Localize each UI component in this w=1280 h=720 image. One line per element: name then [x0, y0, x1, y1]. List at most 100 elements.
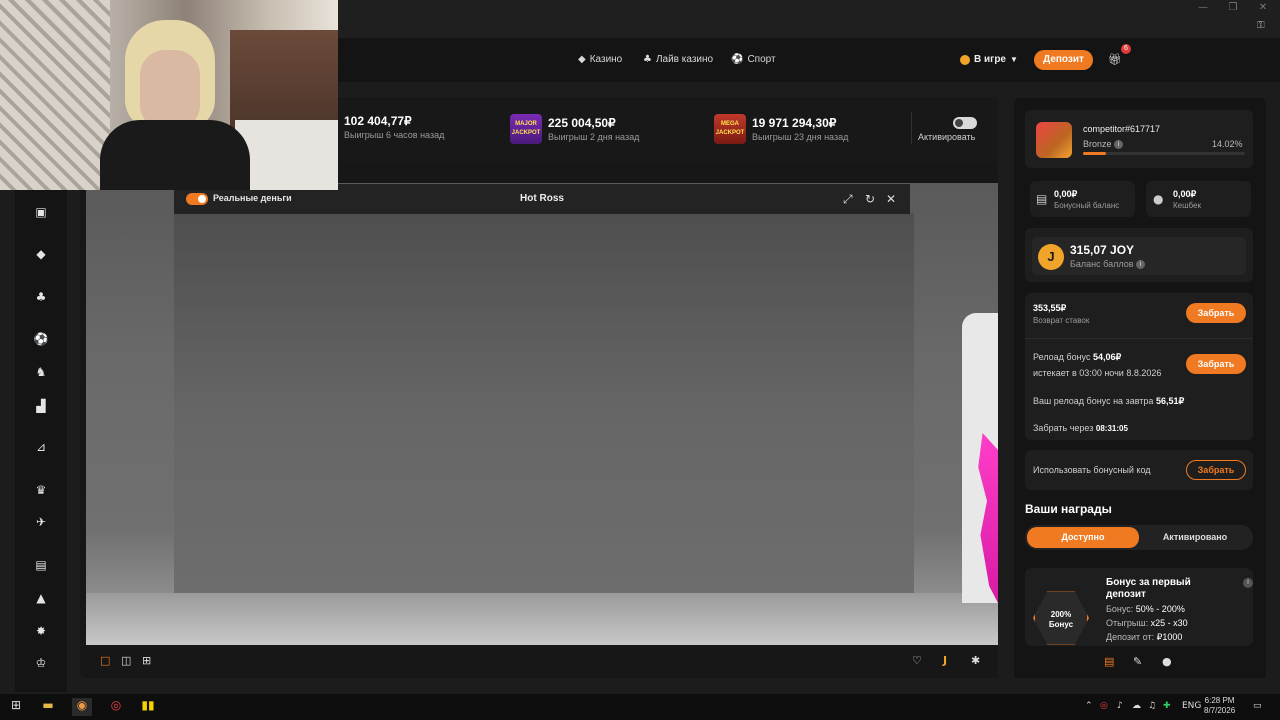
game-title: Hot Ross — [520, 193, 564, 204]
game-toolbar — [86, 645, 998, 678]
language-indicator[interactable]: ENG — [1182, 701, 1201, 711]
close-window-button[interactable]: ✕ — [1248, 0, 1278, 18]
info-icon[interactable]: i — [1114, 140, 1124, 150]
sidebar-badge-icon[interactable]: ✸ — [31, 624, 51, 640]
promo-code-label: Использовать бонусный код — [1033, 465, 1151, 475]
sidebar-sport-icon[interactable]: ⚽ — [31, 332, 51, 348]
claim-reload-button[interactable]: Забрать — [1186, 354, 1246, 374]
minimize-button[interactable]: — — [1188, 0, 1218, 18]
info-icon[interactable]: i — [1243, 578, 1253, 588]
avatar — [1036, 122, 1072, 158]
grid-view-icon[interactable]: ⊞ — [142, 654, 151, 667]
obs-icon[interactable]: ◎ — [106, 698, 126, 716]
webcam-overlay — [0, 0, 338, 190]
bonus-badge-label: Бонус — [1048, 620, 1074, 629]
app-icon[interactable]: ▮▮ — [138, 698, 158, 716]
split-view-icon[interactable]: ◫ — [121, 654, 131, 667]
microphone-icon[interactable]: ♪ — [1117, 701, 1123, 711]
settings-icon[interactable]: ✱ — [971, 654, 980, 667]
sidebar-horse-icon[interactable]: ♞ — [31, 365, 51, 381]
sidebar-plane-icon[interactable]: ✈ — [31, 515, 51, 531]
win-amount: 19 971 294,30₽ — [752, 116, 837, 130]
cashback-value: 0,00₽ — [1173, 189, 1197, 199]
network-icon[interactable]: ✚ — [1163, 701, 1171, 711]
sidebar-home-icon[interactable]: ▣ — [31, 205, 51, 221]
reload-tomorrow-value: 56,51₽ — [1155, 396, 1185, 406]
sidebar-trophy-icon[interactable]: ♔ — [31, 656, 51, 672]
mega-jackpot-badge: MEGA JACKPOT — [714, 114, 746, 144]
notifications-icon[interactable]: ▭ — [1253, 701, 1262, 711]
bonus-balance-value: 0,00₽ — [1054, 189, 1078, 199]
reload-tomorrow-label: Ваш релоад бонус на завтра — [1033, 396, 1154, 406]
nav-casino[interactable]: ◆ Казино — [578, 54, 622, 65]
real-money-toggle[interactable] — [186, 193, 208, 205]
clock-time: 6:28 PM — [1204, 696, 1235, 705]
real-money-label: Реальные деньги — [213, 193, 292, 203]
game-floor — [86, 593, 998, 645]
live-casino-icon: ♣ — [643, 54, 652, 65]
tab-available[interactable]: Доступно — [1027, 527, 1139, 548]
file-explorer-icon[interactable]: ▬ — [38, 698, 58, 716]
sidebar-crown-icon[interactable]: ♛ — [31, 483, 51, 499]
wager-label: Отыгрыш: — [1106, 618, 1149, 628]
fullscreen-icon[interactable]: ⤢ — [843, 192, 853, 207]
nav-sport[interactable]: ⚽ Спорт — [731, 54, 776, 65]
rank-progress-track — [1083, 152, 1245, 155]
single-view-icon[interactable]: □ — [100, 654, 110, 667]
joy-inner — [1032, 237, 1246, 275]
cloud-icon[interactable]: ☁ — [1132, 701, 1141, 711]
gift-icon[interactable]: 🎁︎ — [1108, 53, 1122, 66]
tray-app-icon[interactable]: ◎ — [1100, 701, 1108, 711]
rewards-title: Ваши награды — [1025, 502, 1112, 516]
deposit-button[interactable]: Депозит — [1034, 50, 1093, 70]
chat-icon[interactable]: ● — [1162, 655, 1172, 668]
sidebar-casino-icon[interactable]: ◆ — [31, 247, 51, 263]
ticket-icon[interactable]: ✎ — [1133, 655, 1142, 668]
joy-balance-value: 315,07 JOY — [1070, 243, 1135, 257]
win-amount: 102 404,77₽ — [344, 114, 412, 128]
cashback-label: Кешбек — [1173, 201, 1201, 210]
chevron-up-icon[interactable]: ⌃ — [1085, 701, 1093, 711]
key-icon[interactable]: ⚿ — [1257, 20, 1265, 31]
restore-button[interactable]: ❐ — [1218, 0, 1248, 18]
favorite-icon[interactable]: ♡ — [912, 654, 922, 667]
close-icon[interactable]: ✕ — [886, 192, 896, 206]
major-jackpot-badge: MAJOR JACKPOT — [510, 114, 542, 144]
tab-activated[interactable]: Активировано — [1139, 527, 1251, 548]
sidebar-chart-icon[interactable]: ▟ — [31, 399, 51, 415]
sidebar-stats-icon[interactable]: ⊿ — [31, 440, 51, 456]
gift-icon: ▤ — [1036, 192, 1048, 206]
nav-live-casino[interactable]: ♣ Лайв казино — [643, 54, 713, 65]
cashback-return-label: Возврат ставок — [1033, 316, 1090, 325]
game-canvas[interactable] — [86, 183, 998, 645]
rank-label: Bronze i — [1083, 139, 1124, 150]
info-icon[interactable]: i — [1136, 260, 1145, 270]
win-item[interactable]: MEGA JACKPOT 19 971 294,30₽ Выигрыш 23 дн… — [714, 114, 848, 144]
bonus-badge-percent: 200% — [1050, 610, 1072, 619]
webcam-wallpaper — [0, 0, 110, 190]
clock[interactable]: 6:28 PM 8/7/2026 — [1204, 696, 1235, 716]
promo-code-button[interactable]: Забрать — [1186, 460, 1246, 480]
reload-bonus-row: Релоад бонус 54,06₽ — [1033, 352, 1121, 363]
win-item[interactable]: 102 404,77₽ Выигрыш 6 часов назад — [344, 114, 444, 140]
volume-icon[interactable]: ♫ — [1148, 701, 1156, 711]
joy-coin-icon: J — [1038, 244, 1064, 270]
chrome-icon[interactable]: ◉ — [72, 698, 92, 716]
sidebar-promo-icon[interactable]: ▲ — [31, 591, 51, 607]
activate-toggle[interactable] — [953, 117, 977, 129]
sidebar-gift-icon[interactable]: ▤ — [31, 558, 51, 574]
windows-start-icon[interactable]: ⊞ — [6, 698, 26, 716]
win-item[interactable]: MAJOR JACKPOT 225 004,50₽ Выигрыш 2 дня н… — [510, 114, 639, 144]
sidebar-live-icon[interactable]: ♣ — [31, 290, 51, 306]
reload-expires: истекает в 03:00 ночи 8.8.2026 — [1033, 368, 1162, 378]
reload-label: Релоад бонус — [1033, 352, 1091, 362]
claim-cashback-button[interactable]: Забрать — [1186, 303, 1246, 323]
joy-balance-label: Баланс баллов i — [1070, 259, 1145, 270]
in-game-dropdown[interactable]: В игре ▼ — [960, 54, 1018, 65]
gift-icon[interactable]: ▤ — [1104, 655, 1114, 668]
rank-name: Bronze — [1083, 139, 1112, 149]
reload-value: 54,06₽ — [1092, 352, 1122, 362]
joy-icon[interactable]: J — [943, 654, 947, 667]
win-time: Выигрыш 6 часов назад — [344, 130, 445, 140]
reload-icon[interactable]: ↻ — [865, 192, 875, 206]
